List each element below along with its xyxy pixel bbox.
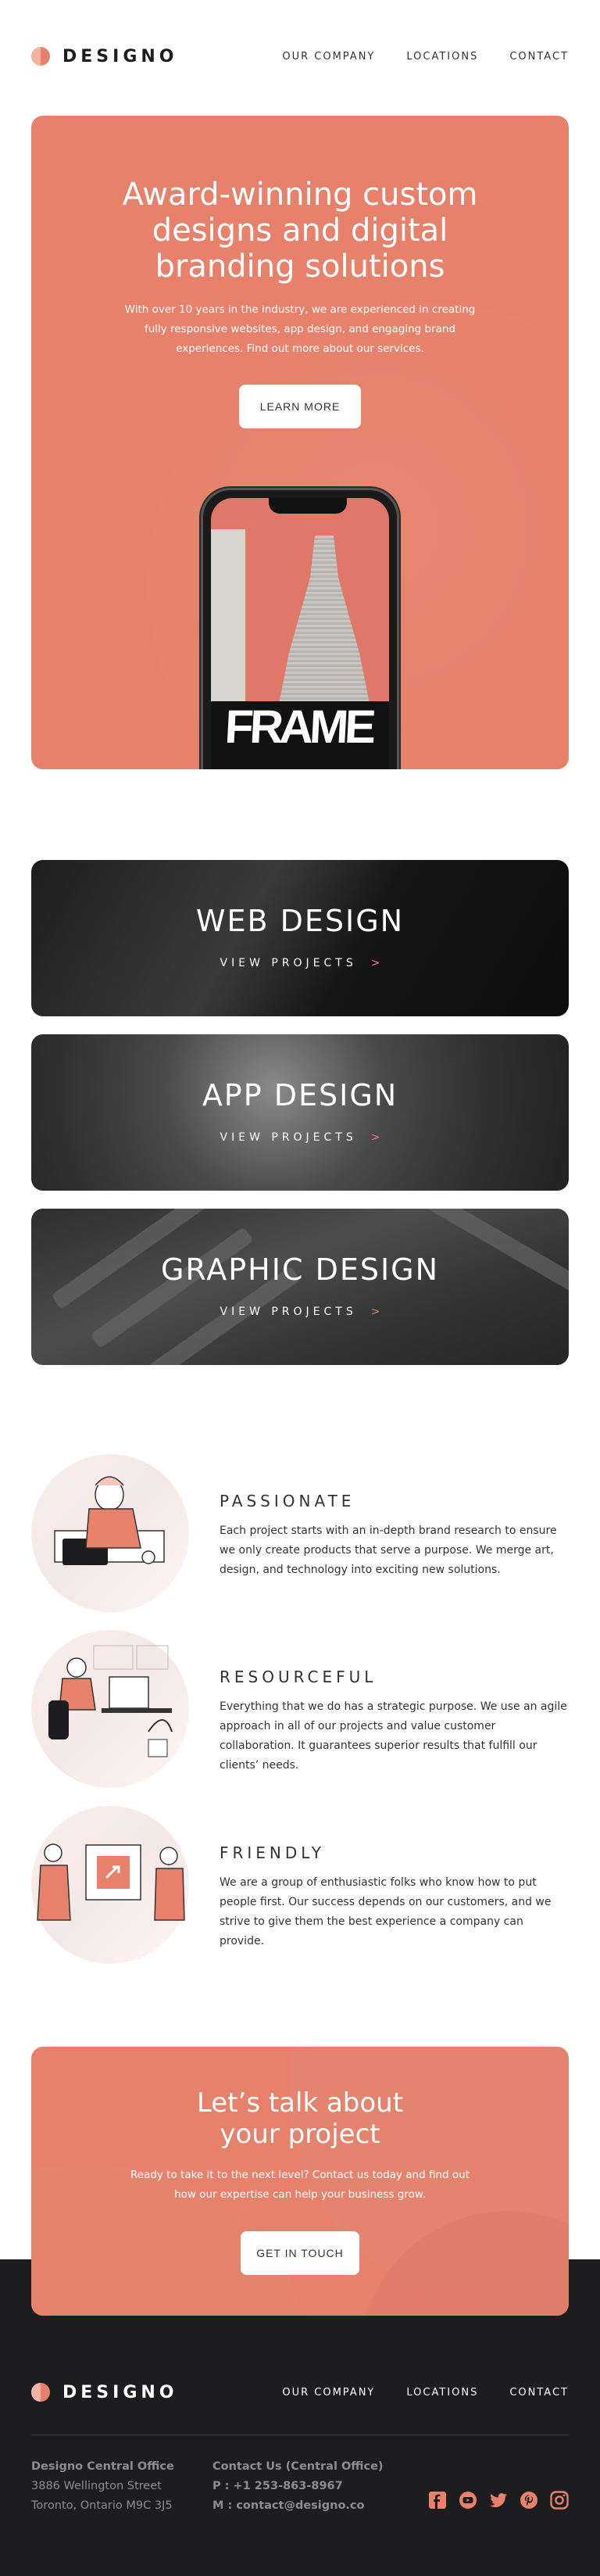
app-design-card[interactable]: APP DESIGN VIEW PROJECTS > xyxy=(31,1034,569,1191)
logo[interactable]: DESIGNO xyxy=(31,47,178,66)
passionate-illustration xyxy=(31,1454,189,1612)
footer-nav: OUR COMPANY LOCATIONS CONTACT xyxy=(282,2387,569,2399)
feature-title: PASSIONATE xyxy=(220,1492,355,1510)
graphic-design-bg-image xyxy=(31,1209,569,1365)
hero-title: Award-winning custom designs and digital… xyxy=(122,177,478,285)
logo-icon xyxy=(31,47,50,66)
contact-email[interactable]: M : contact@designo.co xyxy=(212,2496,384,2516)
resourceful-illustration xyxy=(31,1630,189,1788)
friendly-illustration xyxy=(31,1806,189,1964)
logo-text: DESIGNO xyxy=(62,2382,178,2402)
phone-mockup: FRAME xyxy=(201,488,399,769)
feature-text: Everything that we do has a strategic pu… xyxy=(220,1700,567,1772)
nav-locations[interactable]: LOCATIONS xyxy=(406,51,478,63)
office-name: Designo Central Office xyxy=(31,2460,174,2473)
contact-phone[interactable]: P : +1 253-863-8967 xyxy=(212,2477,384,2496)
site-header: DESIGNO OUR COMPANY LOCATIONS CONTACT xyxy=(31,41,569,72)
feature-title: RESOURCEFUL xyxy=(220,1668,377,1686)
footer-nav-locations[interactable]: LOCATIONS xyxy=(406,2387,478,2399)
resourceful-figure-icon xyxy=(48,1645,173,1757)
view-projects-link[interactable]: VIEW PROJECTS > xyxy=(31,1131,569,1144)
footer-contact: Contact Us (Central Office) P : +1 253-8… xyxy=(212,2457,384,2516)
web-design-bg-image xyxy=(31,860,569,1016)
cta-title-line: your project xyxy=(220,2119,380,2150)
instagram-icon[interactable] xyxy=(550,2491,569,2510)
cta-section: Let’s talk about your project Ready to ta… xyxy=(31,2047,569,2316)
chevron-right-icon: > xyxy=(370,1131,380,1144)
app-design-bg-image xyxy=(31,1034,569,1191)
nav-our-company[interactable]: OUR COMPANY xyxy=(282,51,375,63)
social-links xyxy=(428,2491,569,2510)
feature-title: FRIENDLY xyxy=(220,1843,325,1862)
footer-header: DESIGNO OUR COMPANY LOCATIONS CONTACT xyxy=(31,2377,569,2408)
card-title: GRAPHIC DESIGN xyxy=(160,1252,440,1287)
pinterest-icon[interactable] xyxy=(520,2491,538,2510)
web-design-card[interactable]: WEB DESIGN VIEW PROJECTS > xyxy=(31,860,569,1016)
main-nav: OUR COMPANY LOCATIONS CONTACT xyxy=(282,51,569,63)
contact-title: Contact Us (Central Office) xyxy=(212,2460,384,2473)
footer-nav-our-company[interactable]: OUR COMPANY xyxy=(282,2387,375,2399)
chevron-right-icon: > xyxy=(370,1306,380,1318)
friendly-figure-icon xyxy=(37,1843,185,1921)
view-projects-link[interactable]: VIEW PROJECTS > xyxy=(31,957,569,969)
feature-passionate: PASSIONATE Each project starts with an i… xyxy=(31,1454,569,1612)
learn-more-button[interactable]: LEARN MORE xyxy=(239,385,361,428)
feature-text: We are a group of enthusiastic folks who… xyxy=(220,1876,552,1947)
view-projects-label: VIEW PROJECTS xyxy=(220,1131,357,1144)
facebook-icon[interactable] xyxy=(428,2491,447,2510)
feature-resourceful: RESOURCEFUL Everything that we do has a … xyxy=(31,1630,569,1788)
twitter-icon[interactable] xyxy=(489,2491,508,2510)
card-title: APP DESIGN xyxy=(202,1078,398,1112)
phone-notch xyxy=(269,498,347,514)
nav-contact[interactable]: CONTACT xyxy=(509,51,569,63)
passionate-figure-icon xyxy=(54,1476,165,1565)
view-projects-link[interactable]: VIEW PROJECTS > xyxy=(31,1306,569,1318)
cta-title: Let’s talk about your project xyxy=(31,2087,569,2150)
footer-logo[interactable]: DESIGNO xyxy=(31,2383,178,2402)
view-projects-label: VIEW PROJECTS xyxy=(220,1306,357,1318)
graphic-design-card[interactable]: GRAPHIC DESIGN VIEW PROJECTS > xyxy=(31,1209,569,1365)
footer-divider xyxy=(31,2434,569,2435)
phone-frame-text: FRAME xyxy=(223,700,374,753)
cta-title-line: Let’s talk about xyxy=(196,2087,404,2119)
bg-stripe xyxy=(90,1227,254,1349)
chevron-right-icon: > xyxy=(370,957,380,969)
footer-address: Designo Central Office 3886 Wellington S… xyxy=(31,2457,174,2516)
phone-screen: FRAME xyxy=(211,498,389,769)
hero-section: Award-winning custom designs and digital… xyxy=(31,116,569,769)
feature-friendly: FRIENDLY We are a group of enthusiastic … xyxy=(31,1806,569,1964)
cta-text: Ready to take it to the next level? Cont… xyxy=(130,2169,470,2201)
office-city: Toronto, Ontario M9C 3J5 xyxy=(31,2499,173,2512)
office-street: 3886 Wellington Street xyxy=(31,2480,162,2492)
youtube-icon[interactable] xyxy=(459,2491,477,2510)
page: DESIGNO OUR COMPANY LOCATIONS CONTACT Aw… xyxy=(0,0,600,2576)
get-in-touch-button[interactable]: GET IN TOUCH xyxy=(241,2231,359,2275)
feature-text: Each project starts with an in-depth bra… xyxy=(220,1524,557,1576)
logo-icon xyxy=(31,2383,50,2402)
card-title: WEB DESIGN xyxy=(195,904,405,938)
view-projects-label: VIEW PROJECTS xyxy=(220,957,357,969)
logo-text: DESIGNO xyxy=(62,46,178,66)
footer-nav-contact[interactable]: CONTACT xyxy=(509,2387,569,2399)
hero-text: With over 10 years in the industry, we a… xyxy=(124,303,476,355)
